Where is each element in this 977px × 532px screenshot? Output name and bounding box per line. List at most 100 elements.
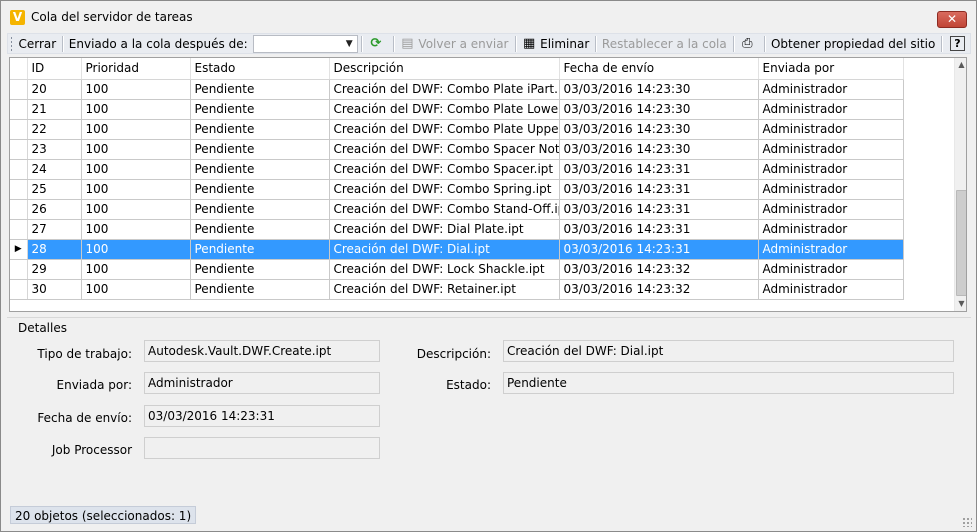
cell-priority[interactable]: 100 xyxy=(81,239,191,260)
reset-to-queue-button[interactable]: Restablecer a la cola xyxy=(599,34,730,53)
cell-date[interactable]: 03/03/2016 14:23:31 xyxy=(559,239,759,260)
column-header-description[interactable]: Descripción xyxy=(329,58,560,80)
vertical-scrollbar[interactable]: ▲ ▼ xyxy=(954,58,966,311)
cell-date[interactable]: 03/03/2016 14:23:32 xyxy=(559,259,759,280)
scroll-thumb[interactable] xyxy=(956,190,966,296)
cell-date[interactable]: 03/03/2016 14:23:30 xyxy=(559,99,759,120)
cell-state[interactable]: Pendiente xyxy=(190,179,330,200)
cell-sent-by[interactable]: Administrador xyxy=(758,119,904,140)
toolbar-grip[interactable] xyxy=(10,36,13,51)
resubmit-button[interactable]: ▤ Volver a enviar xyxy=(396,34,511,53)
sent-by-field[interactable]: Administrador xyxy=(144,372,380,394)
column-header-date[interactable]: Fecha de envío xyxy=(559,58,759,80)
cell-priority[interactable]: 100 xyxy=(81,119,191,140)
table-row[interactable]: 23 100 Pendiente Creación del DWF: Combo Sp… xyxy=(10,139,904,160)
cell-state[interactable]: Pendiente xyxy=(190,219,330,240)
resize-grip-icon[interactable] xyxy=(962,517,972,527)
cell-priority[interactable]: 100 xyxy=(81,159,191,180)
cell-sent-by[interactable]: Administrador xyxy=(758,199,904,220)
job-queue-grid[interactable]: ID Prioridad Estado Descripción Fecha de… xyxy=(9,57,967,312)
cell-priority[interactable]: 100 xyxy=(81,139,191,160)
cell-id[interactable]: 26 xyxy=(27,199,82,220)
cell-date[interactable]: 03/03/2016 14:23:31 xyxy=(559,159,759,180)
cell-description[interactable]: Creación del DWF: Combo Spacer Notch… xyxy=(329,139,560,160)
cell-id[interactable]: 24 xyxy=(27,159,82,180)
scroll-down-icon[interactable]: ▼ xyxy=(955,297,966,311)
cell-state[interactable]: Pendiente xyxy=(190,119,330,140)
cell-id[interactable]: 21 xyxy=(27,99,82,120)
cell-sent-by[interactable]: Administrador xyxy=(758,179,904,200)
cell-id[interactable]: 25 xyxy=(27,179,82,200)
cell-description[interactable]: Creación del DWF: Combo Spacer.ipt xyxy=(329,159,560,180)
column-header-id[interactable]: ID xyxy=(27,58,82,80)
close-window-button[interactable]: ✕ xyxy=(937,11,967,28)
cell-priority[interactable]: 100 xyxy=(81,99,191,120)
table-row[interactable]: 24 100 Pendiente Creación del DWF: Combo Sp… xyxy=(10,159,904,180)
delete-button[interactable]: ▦ Eliminar xyxy=(518,34,592,53)
cell-description[interactable]: Creación del DWF: Combo Plate Upper.ipt xyxy=(329,119,560,140)
state-field[interactable]: Pendiente xyxy=(503,372,954,394)
cell-description[interactable]: Creación del DWF: Combo Spring.ipt xyxy=(329,179,560,200)
table-row[interactable]: 25 100 Pendiente Creación del DWF: Combo Sp… xyxy=(10,179,904,200)
cell-date[interactable]: 03/03/2016 14:23:30 xyxy=(559,119,759,140)
row-header[interactable] xyxy=(10,159,28,180)
date-field[interactable]: 03/03/2016 14:23:31 xyxy=(144,405,380,427)
cell-id[interactable]: 28 xyxy=(27,239,82,260)
cell-state[interactable]: Pendiente xyxy=(190,199,330,220)
column-header-state[interactable]: Estado xyxy=(190,58,330,80)
cell-priority[interactable]: 100 xyxy=(81,199,191,220)
cell-id[interactable]: 22 xyxy=(27,119,82,140)
cell-sent-by[interactable]: Administrador xyxy=(758,219,904,240)
cell-description[interactable]: Creación del DWF: Combo Stand-Off.ipt xyxy=(329,199,560,220)
table-row[interactable]: 29 100 Pendiente Creación del DWF: Lock Sha… xyxy=(10,259,904,280)
row-header[interactable] xyxy=(10,99,28,120)
help-button[interactable]: ? xyxy=(945,34,970,53)
row-header[interactable] xyxy=(10,259,28,280)
cell-state[interactable]: Pendiente xyxy=(190,99,330,120)
refresh-button[interactable]: ⟳ xyxy=(365,34,390,53)
cell-state[interactable]: Pendiente xyxy=(190,139,330,160)
row-header[interactable] xyxy=(10,139,28,160)
row-header[interactable] xyxy=(10,279,28,300)
table-row[interactable]: 20 100 Pendiente Creación del DWF: Combo Pl… xyxy=(10,79,904,100)
job-type-field[interactable]: Autodesk.Vault.DWF.Create.ipt xyxy=(144,340,380,362)
close-button[interactable]: Cerrar xyxy=(15,34,59,53)
row-header[interactable] xyxy=(10,79,28,100)
cell-date[interactable]: 03/03/2016 14:23:30 xyxy=(559,79,759,100)
cell-description[interactable]: Creación del DWF: Combo Plate iPart.ipt xyxy=(329,79,560,100)
cell-id[interactable]: 27 xyxy=(27,219,82,240)
current-row-indicator-icon[interactable]: ▶ xyxy=(10,239,28,260)
chevron-down-icon[interactable]: ▼ xyxy=(342,37,356,51)
cell-description[interactable]: Creación del DWF: Retainer.ipt xyxy=(329,279,560,300)
cell-priority[interactable]: 100 xyxy=(81,179,191,200)
cell-state[interactable]: Pendiente xyxy=(190,159,330,180)
cell-id[interactable]: 20 xyxy=(27,79,82,100)
cell-state[interactable]: Pendiente xyxy=(190,79,330,100)
cell-date[interactable]: 03/03/2016 14:23:31 xyxy=(559,179,759,200)
table-row[interactable]: 26 100 Pendiente Creación del DWF: Combo St… xyxy=(10,199,904,220)
cell-description[interactable]: Creación del DWF: Dial Plate.ipt xyxy=(329,219,560,240)
table-row[interactable]: 21 100 Pendiente Creación del DWF: Combo Pl… xyxy=(10,99,904,120)
cell-state[interactable]: Pendiente xyxy=(190,279,330,300)
cell-sent-by[interactable]: Administrador xyxy=(758,99,904,120)
row-header[interactable] xyxy=(10,119,28,140)
cell-sent-by[interactable]: Administrador xyxy=(758,259,904,280)
cell-state[interactable]: Pendiente xyxy=(190,259,330,280)
print-button[interactable]: ⎙ xyxy=(736,34,761,53)
scroll-up-icon[interactable]: ▲ xyxy=(955,58,966,72)
cell-description[interactable]: Creación del DWF: Lock Shackle.ipt xyxy=(329,259,560,280)
cell-sent-by[interactable]: Administrador xyxy=(758,79,904,100)
column-header-priority[interactable]: Prioridad xyxy=(81,58,191,80)
cell-id[interactable]: 29 xyxy=(27,259,82,280)
cell-priority[interactable]: 100 xyxy=(81,219,191,240)
cell-priority[interactable]: 100 xyxy=(81,79,191,100)
cell-date[interactable]: 03/03/2016 14:23:31 xyxy=(559,199,759,220)
site-property-button[interactable]: Obtener propiedad del sitio xyxy=(768,34,938,53)
cell-priority[interactable]: 100 xyxy=(81,259,191,280)
job-processor-field[interactable] xyxy=(144,437,380,459)
table-row[interactable]: 30 100 Pendiente Creación del DWF: Retainer… xyxy=(10,279,904,300)
cell-description[interactable]: Creación del DWF: Dial.ipt xyxy=(329,239,560,260)
table-row[interactable]: ▶ 28 100 Pendiente Creación del DWF: Dial.ip… xyxy=(10,239,904,260)
row-header[interactable] xyxy=(10,179,28,200)
row-header[interactable] xyxy=(10,199,28,220)
